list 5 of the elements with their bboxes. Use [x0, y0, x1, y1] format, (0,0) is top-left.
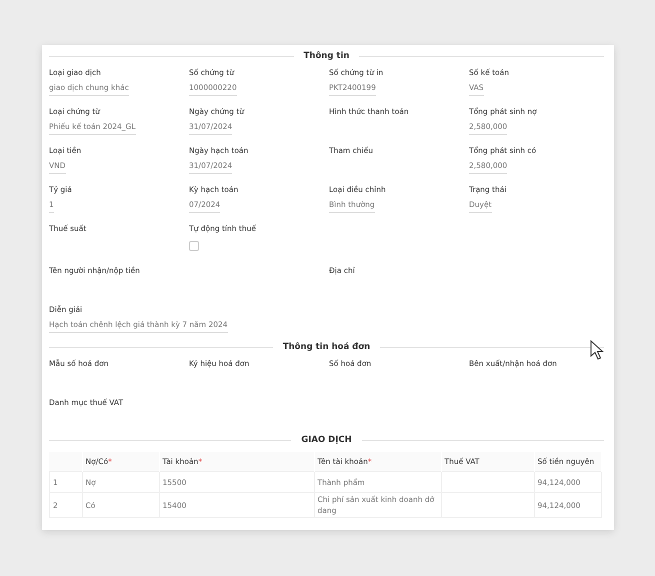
- checkbox[interactable]: [189, 241, 199, 251]
- section-title: GIAO DỊCH: [301, 435, 352, 445]
- section-title: Thông tin hoá đơn: [282, 342, 370, 352]
- cursor-icon: [590, 340, 604, 360]
- section-title: Thông tin: [304, 51, 350, 61]
